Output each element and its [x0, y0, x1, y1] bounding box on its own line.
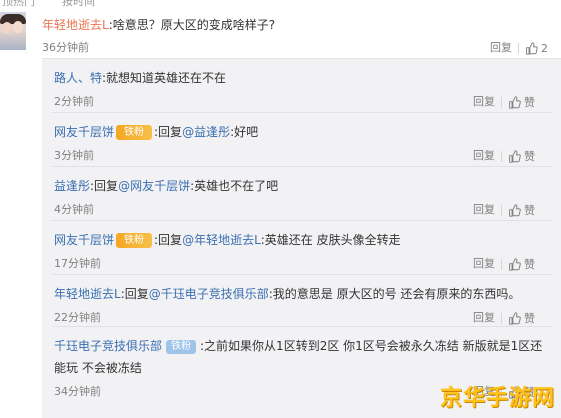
like-label[interactable]: 赞: [524, 96, 535, 109]
reply-item: 年轻地逝去L:回复@千珏电子竞技俱乐部:我的意思是 原大区的号 还会有原来的东西…: [42, 275, 561, 327]
thumbs-up-icon[interactable]: [508, 311, 521, 325]
mention-link[interactable]: @益逢彤: [182, 125, 230, 139]
reply-item: 路人、特:就想知道英雄还在不在 2分钟前 回复 赞: [42, 59, 561, 113]
reply-time: 3分钟前: [54, 149, 94, 162]
main-comment-actions: 回复 2: [490, 39, 548, 55]
reply-text: :之前如果你从1区转到2区 你1区号会被永久冻结 新版就是1区还: [200, 339, 543, 353]
reply-actions: 回复 赞: [473, 147, 535, 164]
fan-badge: 铁粉: [116, 125, 153, 140]
reply-user[interactable]: 年轻地逝去L: [54, 287, 121, 301]
reply-item: 网友千层饼 铁粉:回复@年轻地逝去L:英雄还在 皮肤头像全转走 17分钟前 回复赞: [42, 221, 561, 275]
reply-text: :英雄还在 皮肤头像全转走: [260, 233, 401, 247]
reply-button[interactable]: 回复: [473, 203, 495, 216]
replies-box: 路人、特:就想知道英雄还在不在 2分钟前 回复赞 网友千层饼 铁粉:回复@益逢彤:…: [42, 58, 561, 418]
like-label[interactable]: 赞: [524, 150, 535, 163]
reply-time: 34分钟前: [54, 385, 101, 398]
reply-button[interactable]: 回复: [490, 41, 512, 54]
fan-badge: 铁粉: [166, 339, 197, 354]
thumbs-up-icon[interactable]: [525, 41, 538, 55]
reply-user[interactable]: 网友千层饼: [54, 125, 114, 139]
reply-time: 4分钟前: [54, 203, 94, 216]
reply-button[interactable]: 回复: [473, 95, 495, 108]
thumbs-up-icon[interactable]: [508, 95, 521, 109]
reply-time: 2分钟前: [54, 95, 94, 108]
main-comment-line: 年轻地逝去L:啥意思？原大区的变成啥样子?: [42, 16, 275, 33]
fan-badge: 铁粉: [116, 233, 153, 248]
top-tab-time[interactable]: 按时间: [62, 0, 95, 8]
reply-button[interactable]: 回复: [473, 149, 495, 162]
like-label[interactable]: 赞: [524, 312, 535, 325]
reply-button[interactable]: 回复: [473, 311, 495, 324]
thumbs-up-icon[interactable]: [508, 149, 521, 163]
reply-user[interactable]: 益逢彤: [54, 179, 90, 193]
reply-user[interactable]: 路人、特: [54, 71, 102, 85]
reply-actions: 回复 赞: [473, 93, 535, 110]
top-tab-hot[interactable]: 顶热门: [2, 0, 35, 8]
reply-text: :我的意思是 原大区的号 还会有原来的东西吗。: [268, 287, 521, 301]
reply-item: 网友千层饼 铁粉:回复@益逢彤:好吧 3分钟前 回复赞: [42, 113, 561, 167]
reply-text-continued: 能玩 不会被冻结: [54, 361, 142, 375]
like-label[interactable]: 赞: [524, 204, 535, 217]
like-count: 2: [541, 41, 548, 55]
mention-link[interactable]: @年轻地逝去L: [182, 233, 261, 247]
reply-time: 22分钟前: [54, 311, 101, 324]
reply-text: :就想知道英雄还在不在: [102, 71, 227, 85]
main-comment-user[interactable]: 年轻地逝去L: [42, 18, 109, 32]
main-comment-time: 36分钟前: [42, 41, 89, 54]
reply-item: 益逢彤:回复@网友千层饼:英雄也不在了吧 4分钟前 回复赞: [42, 167, 561, 221]
thumbs-up-icon[interactable]: [508, 257, 521, 271]
reply-user[interactable]: 千珏电子竞技俱乐部: [54, 339, 162, 353]
reply-text: :好吧: [230, 125, 259, 139]
mention-link[interactable]: @网友千层饼: [118, 179, 190, 193]
top-fragment: 顶热门 按时间: [0, 0, 561, 8]
reply-text: :英雄也不在了吧: [190, 179, 279, 193]
reply-time: 17分钟前: [54, 257, 101, 270]
main-comment: 年轻地逝去L:啥意思？原大区的变成啥样子? 36分钟前 回复 2: [0, 8, 561, 58]
avatar[interactable]: [0, 12, 26, 50]
reply-actions: 回复 赞: [473, 201, 535, 218]
like-label[interactable]: 赞: [524, 258, 535, 271]
mention-link[interactable]: @千珏电子竞技俱乐部: [149, 287, 269, 301]
reply-button[interactable]: 回复: [473, 257, 495, 270]
reply-user[interactable]: 网友千层饼: [54, 233, 114, 247]
reply-actions: 回复 赞: [473, 309, 535, 326]
thumbs-up-icon[interactable]: [508, 203, 521, 217]
divider: [518, 42, 519, 54]
reply-actions: 回复 赞: [473, 255, 535, 272]
watermark: 京华手游网: [439, 386, 555, 411]
main-comment-text: :啥意思？原大区的变成啥样子?: [108, 18, 276, 32]
